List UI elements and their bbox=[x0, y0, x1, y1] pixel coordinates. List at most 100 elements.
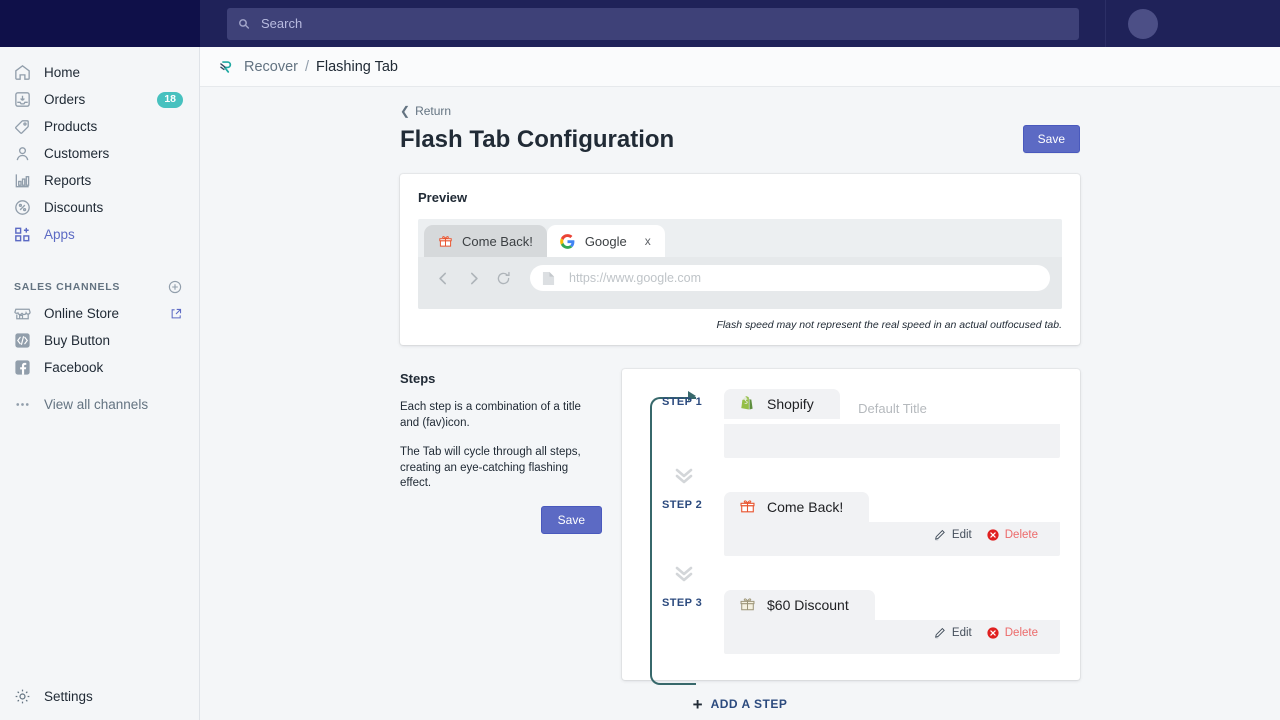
browser-tab-come-back[interactable]: Come Back! bbox=[424, 225, 547, 257]
browser-url-bar: https://www.google.com bbox=[418, 257, 1062, 299]
step-tab[interactable]: $60 Discount bbox=[724, 590, 875, 620]
step-actions: Edit Delete bbox=[933, 626, 1038, 640]
step-label: STEP 2 bbox=[662, 492, 724, 511]
save-button-top[interactable]: Save bbox=[1023, 125, 1080, 153]
steps-description-panel: Steps Each step is a combination of a ti… bbox=[400, 369, 622, 680]
home-icon bbox=[12, 63, 32, 83]
ellipsis-icon bbox=[12, 395, 32, 415]
gift-icon-tan bbox=[738, 596, 756, 614]
browser-mockup: Come Back! Google x bbox=[418, 219, 1062, 309]
sidebar-item-label: Customers bbox=[44, 146, 109, 161]
sidebar-item-customers[interactable]: Customers bbox=[0, 140, 199, 167]
browser-body bbox=[418, 299, 1062, 309]
sidebar-item-settings[interactable]: Settings bbox=[0, 682, 200, 710]
sidebar-item-label: Online Store bbox=[44, 306, 119, 321]
preview-heading: Preview bbox=[418, 190, 1062, 205]
browser-tab-title: Google bbox=[585, 234, 627, 249]
discount-percent-icon bbox=[12, 198, 32, 218]
step-row: STEP 2 Come Back! bbox=[622, 492, 1080, 556]
gift-icon-red bbox=[738, 498, 756, 516]
search-input[interactable]: Search bbox=[227, 8, 1079, 40]
plus-circle-icon[interactable] bbox=[167, 279, 183, 295]
top-bar-brand-area bbox=[0, 0, 200, 47]
sidebar-item-label: View all channels bbox=[44, 397, 148, 412]
plus-icon: + bbox=[693, 696, 703, 713]
code-brackets-icon bbox=[12, 331, 32, 351]
product-tag-icon bbox=[12, 117, 32, 137]
back-icon[interactable] bbox=[430, 265, 456, 291]
delete-step-button[interactable]: Delete bbox=[986, 528, 1038, 542]
sidebar-item-orders[interactable]: Orders 18 bbox=[0, 86, 199, 113]
return-link[interactable]: ❮ Return bbox=[400, 104, 1080, 118]
browser-tab-google[interactable]: Google x bbox=[547, 225, 665, 257]
sidebar-item-label: Settings bbox=[44, 689, 93, 704]
apps-grid-plus-icon bbox=[12, 225, 32, 245]
search-placeholder: Search bbox=[261, 16, 302, 31]
edit-label: Edit bbox=[952, 529, 972, 541]
steps-paragraph-2: The Tab will cycle through all steps, cr… bbox=[400, 445, 602, 492]
page-header: Flash Tab Configuration Save bbox=[400, 125, 1080, 155]
delete-label: Delete bbox=[1005, 529, 1038, 541]
breadcrumb-current-page: Flashing Tab bbox=[316, 59, 398, 75]
reload-icon[interactable] bbox=[490, 265, 516, 291]
sidebar-item-buy-button[interactable]: Buy Button bbox=[0, 327, 199, 354]
sidebar-item-label: Buy Button bbox=[44, 333, 110, 348]
gift-icon-red bbox=[437, 233, 453, 249]
google-g-icon bbox=[560, 233, 576, 249]
step-tab-group: $60 Discount Edit bbox=[724, 590, 1080, 654]
sidebar-item-apps[interactable]: Apps bbox=[0, 221, 199, 248]
steps-section: Steps Each step is a combination of a ti… bbox=[400, 369, 1080, 680]
step-tab[interactable]: Shopify bbox=[724, 389, 840, 419]
step-tab-title: $60 Discount bbox=[767, 597, 849, 613]
step-tab-group: Shopify Default Title bbox=[724, 389, 1080, 458]
orders-badge: 18 bbox=[157, 92, 183, 108]
breadcrumb-app-link[interactable]: Recover bbox=[244, 59, 298, 75]
edit-step-button[interactable]: Edit bbox=[933, 626, 972, 640]
add-step-button[interactable]: + ADD A STEP bbox=[400, 696, 1080, 713]
avatar[interactable] bbox=[1128, 9, 1158, 39]
breadcrumb: Recover / Flashing Tab bbox=[200, 47, 1280, 87]
sidebar-item-label: Orders bbox=[44, 92, 85, 107]
return-label: Return bbox=[415, 104, 451, 118]
pencil-icon bbox=[933, 626, 947, 640]
edit-label: Edit bbox=[952, 627, 972, 639]
delete-step-button[interactable]: Delete bbox=[986, 626, 1038, 640]
delete-circle-icon bbox=[986, 528, 1000, 542]
url-text: https://www.google.com bbox=[569, 271, 701, 285]
sales-channels-title: SALES CHANNELS bbox=[14, 281, 120, 293]
breadcrumb-separator: / bbox=[305, 59, 309, 75]
sidebar-item-facebook[interactable]: Facebook bbox=[0, 354, 199, 381]
sidebar-item-label: Discounts bbox=[44, 200, 103, 215]
sales-channels-header: SALES CHANNELS bbox=[0, 274, 199, 300]
sidebar-item-online-store[interactable]: Online Store bbox=[0, 300, 199, 327]
steps-heading: Steps bbox=[400, 371, 602, 386]
sidebar-item-reports[interactable]: Reports bbox=[0, 167, 199, 194]
edit-step-button[interactable]: Edit bbox=[933, 528, 972, 542]
browser-tabstrip: Come Back! Google x bbox=[418, 219, 1062, 257]
sidebar-item-label: Facebook bbox=[44, 360, 103, 375]
close-icon[interactable]: x bbox=[645, 234, 651, 248]
external-link-icon[interactable] bbox=[169, 307, 183, 321]
top-bar: Search bbox=[0, 0, 1280, 47]
sidebar-item-label: Apps bbox=[44, 227, 75, 242]
shopify-bag-icon bbox=[738, 395, 756, 413]
sidebar-item-home[interactable]: Home bbox=[0, 59, 199, 86]
step-tab-group: Come Back! Edit bbox=[724, 492, 1080, 556]
step-tab[interactable]: Come Back! bbox=[724, 492, 869, 522]
sidebar-item-products[interactable]: Products bbox=[0, 113, 199, 140]
preview-note: Flash speed may not represent the real s… bbox=[418, 319, 1062, 331]
steps-paragraph-1: Each step is a combination of a title an… bbox=[400, 400, 602, 431]
sidebar-nav: Home Orders 18 Products Customers bbox=[0, 47, 199, 248]
step-tab-bar: Edit Delete bbox=[724, 522, 1060, 556]
step-tab-bar: Edit Delete bbox=[724, 620, 1060, 654]
sidebar-item-view-all-channels[interactable]: View all channels bbox=[0, 391, 199, 418]
step-tab-title: Come Back! bbox=[767, 499, 843, 515]
sidebar-item-discounts[interactable]: Discounts bbox=[0, 194, 199, 221]
save-button-steps[interactable]: Save bbox=[541, 506, 602, 534]
forward-icon[interactable] bbox=[460, 265, 486, 291]
url-input[interactable]: https://www.google.com bbox=[530, 265, 1050, 291]
step-row: STEP 3 $60 Discount bbox=[622, 590, 1080, 654]
storefront-icon bbox=[12, 304, 32, 324]
step-label: STEP 1 bbox=[662, 389, 724, 408]
gear-icon bbox=[12, 686, 32, 706]
